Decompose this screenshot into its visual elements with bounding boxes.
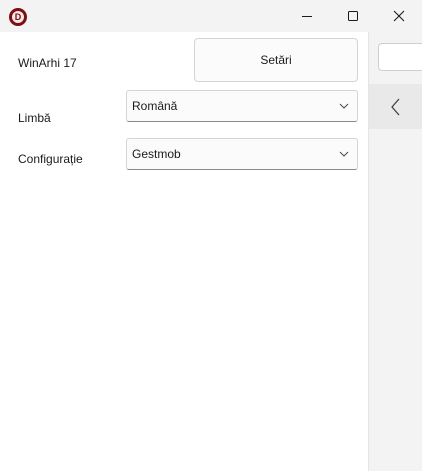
settings-button-label: Setări xyxy=(260,53,292,67)
settings-panel: WinArhi 17 Setări Limbă Română Configura… xyxy=(0,32,368,471)
configuration-label: Configurație xyxy=(18,152,83,166)
settings-button[interactable]: Setări xyxy=(194,38,358,82)
minimize-button[interactable] xyxy=(284,0,330,32)
app-name-label: WinArhi 17 xyxy=(18,56,77,70)
maximize-icon xyxy=(348,11,358,21)
chevron-down-icon xyxy=(339,151,349,157)
close-icon xyxy=(393,10,405,22)
configuration-selected-value: Gestmob xyxy=(132,147,181,161)
back-button[interactable] xyxy=(369,84,422,129)
title-bar[interactable]: D xyxy=(0,0,422,32)
app-logo-icon: D xyxy=(9,8,27,26)
side-pane-input[interactable] xyxy=(378,43,422,71)
configuration-dropdown[interactable]: Gestmob xyxy=(126,138,358,170)
minimize-icon xyxy=(302,16,312,17)
language-selected-value: Română xyxy=(132,99,178,113)
close-button[interactable] xyxy=(376,0,422,32)
app-window: D WinArhi 17 Setări Limbă Română Configu… xyxy=(0,0,422,471)
language-label: Limbă xyxy=(18,111,51,125)
app-logo-letter: D xyxy=(12,11,24,23)
chevron-left-icon xyxy=(391,98,400,115)
side-pane xyxy=(369,32,422,471)
language-dropdown[interactable]: Română xyxy=(126,90,358,122)
chevron-down-icon xyxy=(339,103,349,109)
maximize-button[interactable] xyxy=(330,0,376,32)
